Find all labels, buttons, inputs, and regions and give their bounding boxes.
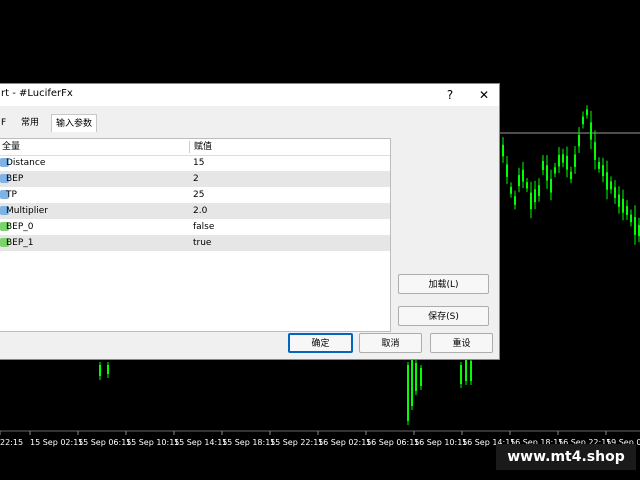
- column-header-value[interactable]: 赋值: [194, 139, 212, 155]
- close-icon[interactable]: ✕: [473, 85, 495, 105]
- candle-body: [420, 368, 422, 386]
- candle-body: [522, 169, 524, 182]
- parameter-name: BEP_0: [6, 222, 34, 232]
- candle-body: [514, 196, 516, 205]
- parameter-value[interactable]: 2: [193, 171, 199, 187]
- candle-body: [606, 172, 608, 190]
- table-row[interactable]: BEP_1 true: [0, 235, 390, 251]
- candle-body: [586, 109, 588, 116]
- time-axis-label: 22:15: [0, 438, 23, 447]
- candle-body: [558, 154, 560, 167]
- candle-body: [594, 142, 596, 160]
- candle-body: [562, 154, 564, 163]
- dialog-titlebar: rt - #LuciferFx ? ✕: [0, 84, 499, 106]
- candle-body: [570, 171, 572, 180]
- parameter-value[interactable]: 25: [193, 187, 204, 203]
- tab-bar: F 常用 输入参数: [0, 112, 499, 132]
- tab-inputs[interactable]: 输入参数: [51, 114, 98, 132]
- candle-body: [534, 189, 536, 203]
- candle-body: [554, 167, 556, 174]
- candle-body: [530, 192, 532, 210]
- load-button[interactable]: 加载(L): [398, 274, 489, 294]
- candle-body: [107, 365, 109, 374]
- candle-body: [411, 358, 413, 406]
- candle-body: [407, 365, 409, 421]
- candle-body: [630, 214, 632, 223]
- candle-body: [610, 181, 612, 190]
- candle-body: [460, 365, 462, 384]
- parameter-value[interactable]: true: [193, 235, 211, 251]
- time-axis-label: 16 Sep 02:15: [318, 438, 371, 447]
- parameter-name: BEP_1: [6, 238, 34, 248]
- candle-body: [578, 134, 580, 147]
- column-header-variable[interactable]: 全量: [2, 139, 20, 155]
- candle-body: [626, 206, 628, 215]
- table-row[interactable]: BEP_0 false: [0, 219, 390, 235]
- candle-body: [542, 161, 544, 170]
- reset-button[interactable]: 重设: [430, 333, 493, 353]
- dialog-title: rt - #LuciferFx: [1, 88, 73, 99]
- candle-body: [582, 116, 584, 125]
- column-separator[interactable]: [189, 141, 190, 153]
- candle-body: [602, 165, 604, 177]
- candle-body: [502, 144, 504, 157]
- candle-body: [634, 217, 636, 235]
- candle-body: [550, 178, 552, 193]
- candle-body: [546, 165, 548, 181]
- candle-body: [590, 122, 592, 140]
- time-axis-label: 16 Sep 10:15: [414, 438, 467, 447]
- time-axis-label: 15 Sep 18:15: [222, 438, 275, 447]
- candle-body: [614, 187, 616, 198]
- parameter-name: TP: [6, 190, 17, 200]
- cancel-button[interactable]: 取消: [359, 333, 422, 353]
- help-button[interactable]: ?: [439, 85, 461, 105]
- candle-body: [618, 194, 620, 207]
- candle-body: [415, 363, 417, 391]
- candle-body: [518, 175, 520, 187]
- parameter-name: Distance: [6, 158, 46, 168]
- candle-body: [538, 185, 540, 196]
- candle-body: [566, 155, 568, 170]
- parameter-name: BEP: [6, 174, 24, 184]
- candle-body: [622, 198, 624, 213]
- time-axis-label: 15 Sep 06:15: [78, 438, 131, 447]
- parameter-value[interactable]: 2.0: [193, 203, 207, 219]
- candle-body: [510, 186, 512, 194]
- table-row[interactable]: Distance 15: [0, 155, 390, 171]
- table-row[interactable]: BEP 2: [0, 171, 390, 187]
- candle-body: [574, 154, 576, 167]
- candle-body: [506, 164, 508, 177]
- save-button[interactable]: 保存(S): [398, 306, 489, 326]
- expert-properties-dialog: rt - #LuciferFx ? ✕ F 常用 输入参数 全量 赋值 Dist…: [0, 83, 500, 360]
- time-axis-label: 15 Sep 22:15: [270, 438, 323, 447]
- parameter-name: Multiplier: [6, 206, 48, 216]
- tab-common[interactable]: 常用: [17, 114, 43, 132]
- time-axis-label: 15 Sep 10:15: [126, 438, 179, 447]
- table-header: 全量 赋值: [0, 139, 390, 156]
- ok-button[interactable]: 确定: [288, 333, 353, 353]
- candle-body: [465, 358, 467, 381]
- candle-body: [526, 182, 528, 189]
- watermark: www.mt4.shop: [496, 444, 636, 470]
- candle-body: [598, 161, 600, 169]
- table-row[interactable]: TP 25: [0, 187, 390, 203]
- table-row[interactable]: Multiplier 2.0: [0, 203, 390, 219]
- candle-body: [99, 365, 101, 376]
- time-axis-label: 15 Sep 14:15: [174, 438, 227, 447]
- time-axis-label: 15 Sep 02:15: [30, 438, 83, 447]
- inputs-table: 全量 赋值 Distance 15 BEP 2 TP 25 Multiplier 2.0 BEP…: [0, 138, 391, 332]
- time-axis-label: 16 Sep 06:15: [366, 438, 419, 447]
- parameter-value[interactable]: 15: [193, 155, 204, 171]
- candle-body: [470, 361, 472, 381]
- parameter-value[interactable]: false: [193, 219, 214, 235]
- tab-about[interactable]: F: [0, 114, 10, 132]
